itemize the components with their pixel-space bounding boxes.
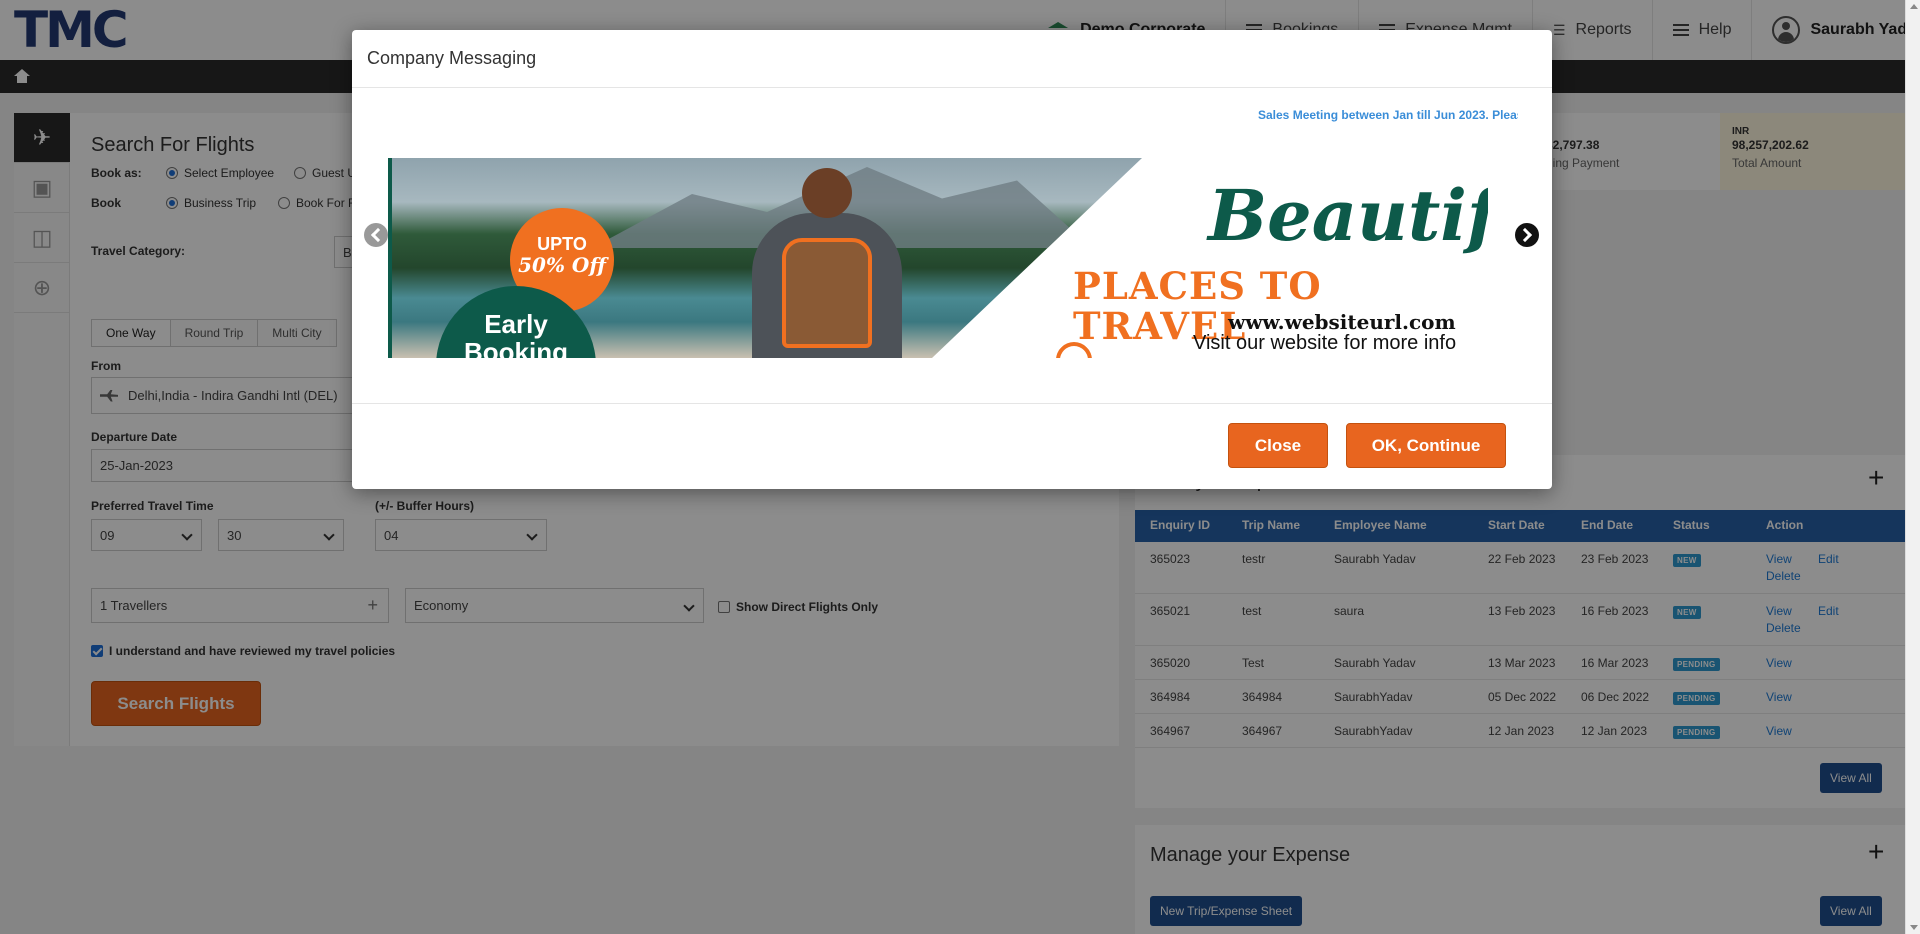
hiker-head bbox=[802, 168, 852, 218]
scroll-down-icon[interactable] bbox=[1910, 925, 1918, 930]
divider bbox=[352, 403, 1552, 404]
scrolling-message: Sales Meeting between Jan till Jun 2023.… bbox=[1258, 108, 1518, 122]
hiker-illustration bbox=[732, 168, 922, 358]
backpack-shape bbox=[782, 238, 872, 348]
badge-early: Early bbox=[484, 309, 548, 339]
banner-tagline: Visit our website for more info bbox=[1193, 332, 1457, 354]
divider bbox=[352, 87, 1552, 88]
close-button[interactable]: Close bbox=[1228, 423, 1328, 468]
carousel-prev-icon[interactable] bbox=[364, 223, 388, 247]
ok-continue-button[interactable]: OK, Continue bbox=[1346, 423, 1506, 468]
banner-headline: Beautiful bbox=[1208, 174, 1488, 257]
badge-upto: UPTO bbox=[537, 234, 587, 254]
promo-banner[interactable]: UPTO 50% Off Early Booking Beautiful PLA… bbox=[388, 158, 1488, 358]
carousel-next-icon[interactable] bbox=[1515, 223, 1539, 247]
company-messaging-modal: Company Messaging Sales Meeting between … bbox=[352, 30, 1552, 489]
badge-off: 50% Off bbox=[518, 253, 606, 277]
modal-title: Company Messaging bbox=[367, 48, 537, 68]
banner-strip bbox=[388, 158, 392, 358]
page-scrollbar[interactable] bbox=[1905, 0, 1920, 934]
scroll-up-icon[interactable] bbox=[1910, 4, 1918, 9]
banner-url: www.websiteurl.com bbox=[1228, 310, 1456, 334]
badge-booking: Booking bbox=[464, 337, 568, 358]
